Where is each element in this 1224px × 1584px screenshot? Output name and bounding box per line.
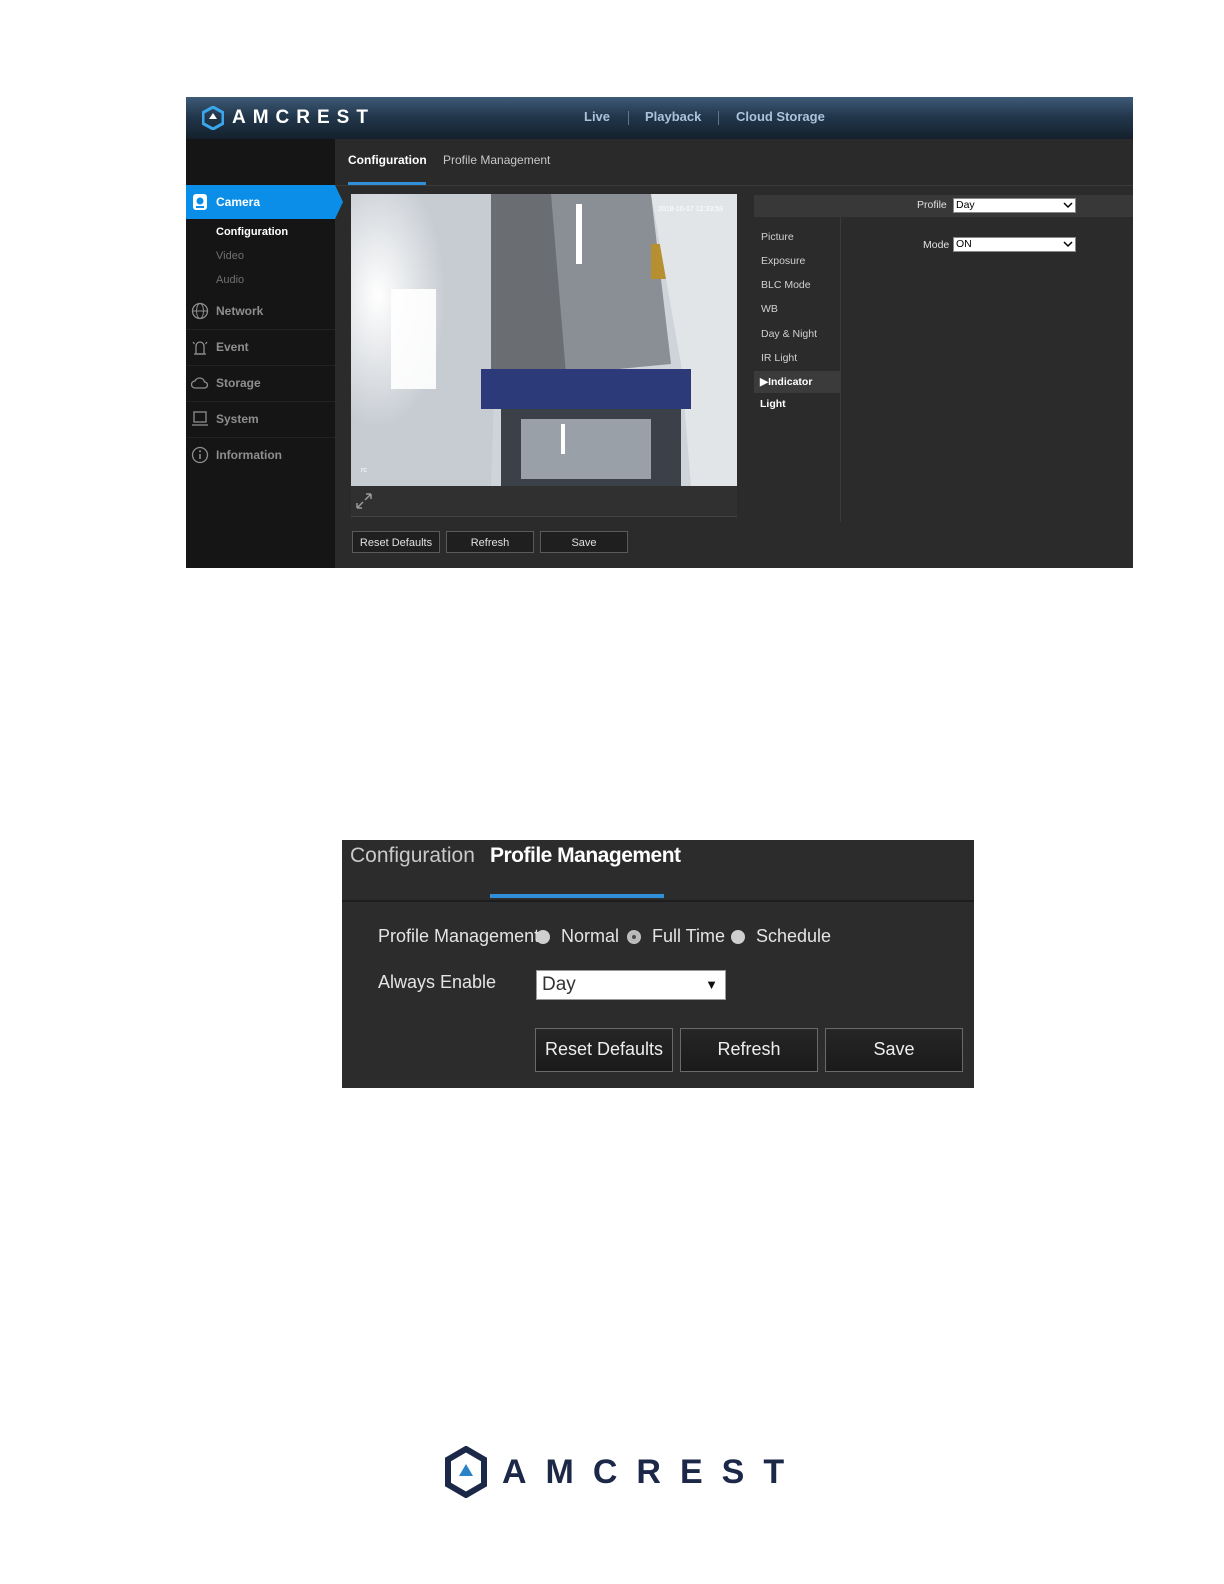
topnav-separator (718, 111, 719, 125)
chevron-down-icon (1063, 202, 1073, 209)
sidebar-item-label: System (216, 412, 259, 426)
amcrest-hexagon-icon (202, 106, 224, 130)
reset-defaults-button[interactable]: Reset Defaults (535, 1028, 673, 1072)
mode-label: Mode (923, 239, 950, 251)
save-button[interactable]: Save (540, 531, 628, 553)
info-icon (191, 446, 209, 464)
radio-normal[interactable] (536, 930, 550, 944)
settings-item-day-night[interactable]: Day & Night (761, 328, 817, 340)
web-ui-screenshot-profile-management: Configuration Profile Management Profile… (342, 840, 974, 1088)
top-header-bar: AMCREST Live Playback Cloud Storage (186, 97, 1133, 139)
preview-toolbar (351, 486, 737, 517)
sidebar-item-label: Storage (216, 376, 261, 390)
settings-item-indicator-light[interactable]: ▶Indicator Light (754, 371, 840, 410)
sidebar-item-information[interactable]: Information (186, 437, 335, 473)
profile-select[interactable]: Day (953, 198, 1076, 213)
always-enable-label: Always Enable (378, 972, 497, 992)
footer-amcrest-logo: AMCREST (444, 1446, 803, 1498)
sub-tab-bar: Configuration Profile Management (335, 139, 1133, 186)
profile-label: Profile (917, 199, 947, 211)
topnav-live[interactable]: Live (584, 97, 610, 139)
radio-label-normal[interactable]: Normal (561, 926, 619, 947)
radio-schedule[interactable] (731, 930, 745, 944)
camera-live-preview: 2018-10-17 12:33:53 rc (351, 194, 737, 486)
topnav-playback[interactable]: Playback (645, 97, 701, 139)
settings-item-blc-mode[interactable]: BLC Mode (761, 279, 811, 291)
topnav-cloud-storage[interactable]: Cloud Storage (736, 97, 825, 139)
osd-channel-label: rc (361, 467, 367, 474)
settings-item-ir-light[interactable]: IR Light (761, 352, 797, 364)
fullscreen-icon[interactable] (355, 492, 373, 510)
brand-wordmark: AMCREST (232, 107, 375, 128)
profile-select-value: Day (956, 199, 975, 211)
monitor-icon (192, 411, 208, 426)
sidebar-subitem-video[interactable]: Video (216, 250, 244, 262)
mode-select[interactable]: ON (953, 237, 1076, 252)
chevron-down-icon (1063, 241, 1073, 248)
active-tab-underline (348, 182, 426, 185)
active-item-marker: ▶ (760, 376, 769, 388)
refresh-button[interactable]: Refresh (680, 1028, 818, 1072)
alarm-icon (192, 341, 208, 355)
preview-image (351, 194, 737, 486)
save-button[interactable]: Save (825, 1028, 963, 1072)
radio-full-time[interactable] (627, 930, 641, 944)
tab-profile-management[interactable]: Profile Management (443, 153, 550, 167)
settings-item-wb[interactable]: WB (761, 303, 778, 315)
footer-brand-wordmark: AMCREST (502, 1452, 804, 1491)
sidebar-subitem-configuration[interactable]: Configuration (216, 226, 288, 238)
amcrest-logo: AMCREST (202, 106, 375, 130)
globe-icon (191, 302, 209, 320)
radio-label-full-time[interactable]: Full Time (652, 926, 725, 947)
tab-configuration[interactable]: Configuration (348, 153, 427, 167)
sidebar-item-event[interactable]: Event (186, 329, 335, 366)
always-enable-value: Day (542, 974, 576, 995)
camera-icon (193, 194, 207, 210)
settings-item-label: Indicator Light (760, 376, 813, 410)
sidebar-subitem-audio[interactable]: Audio (216, 274, 244, 286)
sidebar-item-label: Information (216, 448, 282, 462)
osd-timestamp: 2018-10-17 12:33:53 (658, 206, 723, 213)
refresh-button[interactable]: Refresh (446, 531, 534, 553)
sidebar-item-label: Network (216, 304, 264, 318)
sidebar-item-label: Camera (216, 195, 261, 209)
profile-management-label: Profile Management (378, 926, 540, 946)
mode-select-value: ON (956, 238, 972, 250)
profile-header: Profile Day (754, 195, 1133, 217)
reset-defaults-button[interactable]: Reset Defaults (352, 531, 440, 553)
amcrest-hexagon-icon (445, 1446, 487, 1498)
always-enable-select[interactable]: Day ▼ (536, 970, 726, 1000)
sidebar-item-storage[interactable]: Storage (186, 365, 335, 402)
sidebar-item-network[interactable]: Network (186, 293, 335, 330)
cloud-icon (191, 377, 209, 389)
tab-profile-management[interactable]: Profile Management (490, 844, 681, 868)
sub-tab-bar: Configuration Profile Management (342, 840, 974, 902)
settings-item-exposure[interactable]: Exposure (761, 255, 805, 267)
settings-item-picture[interactable]: Picture (761, 231, 794, 243)
topnav-separator (628, 111, 629, 125)
tab-configuration[interactable]: Configuration (350, 844, 475, 868)
dropdown-arrow-icon: ▼ (705, 977, 718, 992)
sidebar-item-system[interactable]: System (186, 401, 335, 438)
settings-menu: Picture Exposure BLC Mode WB Day & Night… (754, 217, 841, 522)
web-ui-screenshot-configuration: AMCREST Live Playback Cloud Storage Conf… (186, 97, 1133, 568)
sidebar-item-camera[interactable]: Camera (186, 185, 343, 219)
sidebar-item-label: Event (216, 340, 249, 354)
active-tab-underline (490, 894, 664, 898)
radio-label-schedule[interactable]: Schedule (756, 926, 831, 947)
